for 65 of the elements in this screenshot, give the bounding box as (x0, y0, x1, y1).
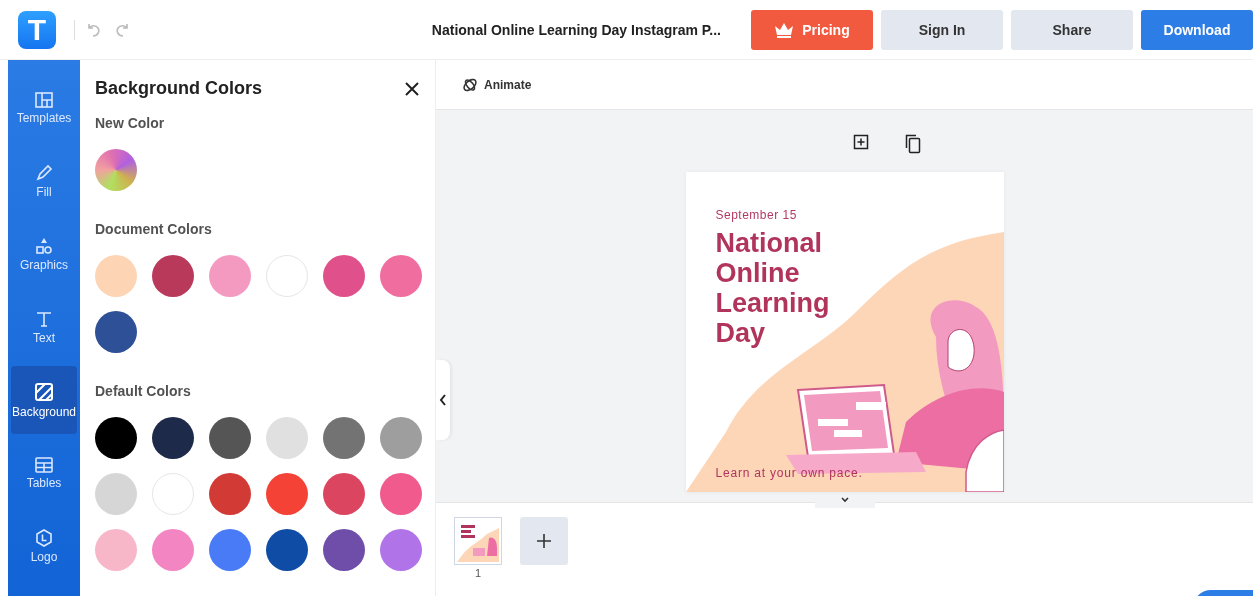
page-number: 1 (474, 567, 482, 579)
color-swatch[interactable] (266, 529, 308, 571)
section-heading: Document Colors (95, 221, 213, 237)
sidebar-item[interactable]: Logo (11, 512, 77, 580)
sidebar-item[interactable]: Fill (11, 147, 77, 215)
templates-icon (35, 91, 53, 108)
sidebar-item[interactable]: Tables (11, 439, 77, 507)
color-swatch[interactable] (323, 417, 365, 459)
headline-text: National Online Learning Day (715, 228, 830, 348)
download-button[interactable]: Download (1141, 9, 1253, 50)
color-swatch[interactable] (266, 255, 308, 297)
color-swatch[interactable] (380, 417, 422, 459)
toolbar-button[interactable]: Share (1011, 9, 1133, 50)
color-picker-swatch[interactable] (95, 149, 137, 191)
color-swatch[interactable] (266, 473, 308, 515)
color-swatch[interactable] (152, 417, 194, 459)
animate-icon (462, 76, 478, 93)
section-heading: New Color (95, 115, 166, 131)
color-swatch[interactable] (95, 417, 137, 459)
chevron-down-icon (839, 496, 850, 504)
color-swatch[interactable] (380, 255, 422, 297)
color-swatch[interactable] (152, 473, 194, 515)
app-logo[interactable]: T (18, 10, 56, 49)
section-heading: Default Colors (95, 383, 192, 399)
date-text: September 15 (715, 208, 797, 222)
color-swatch[interactable] (209, 417, 251, 459)
sidebar-item[interactable]: Graphics (11, 220, 77, 288)
pricing-button[interactable]: Pricing (751, 9, 873, 50)
chevron-left-icon (439, 394, 447, 406)
color-swatch[interactable] (95, 529, 137, 571)
color-swatch[interactable] (209, 473, 251, 515)
color-swatch[interactable] (95, 255, 137, 297)
animate-button[interactable]: Animate (462, 76, 532, 93)
tagline-text: Learn at your own pace. (715, 466, 863, 480)
sidebar-item[interactable]: Templates (11, 74, 77, 142)
plus-icon (536, 533, 552, 549)
close-icon[interactable] (404, 80, 420, 97)
collapse-panel-button[interactable] (436, 360, 450, 440)
background-icon (34, 381, 54, 402)
color-swatch[interactable] (380, 473, 422, 515)
expand-button[interactable] (814, 496, 875, 508)
color-swatch[interactable] (266, 417, 308, 459)
table-icon (35, 456, 53, 473)
color-swatch[interactable] (323, 473, 365, 515)
crown-icon (774, 21, 795, 38)
color-swatch[interactable] (323, 255, 365, 297)
text-icon (35, 309, 53, 328)
sidebar-item[interactable]: Background (11, 366, 77, 434)
document-title: National Online Learning Day Instagram P... (431, 21, 721, 38)
page-thumbnail[interactable] (454, 517, 502, 565)
color-swatch[interactable] (95, 473, 137, 515)
color-swatch[interactable] (152, 529, 194, 571)
shapes-icon (35, 236, 53, 255)
color-swatch[interactable] (209, 255, 251, 297)
color-swatch[interactable] (209, 529, 251, 571)
sidebar-item[interactable]: Text (11, 293, 77, 361)
add-page-button[interactable] (520, 517, 568, 565)
color-swatch[interactable] (380, 529, 422, 571)
panel-title: Background Colors (95, 78, 263, 99)
pencil-icon (35, 163, 53, 182)
toolbar-button[interactable]: Sign In (881, 9, 1003, 50)
color-swatch[interactable] (152, 255, 194, 297)
logo-icon (35, 528, 53, 547)
color-swatch[interactable] (323, 529, 365, 571)
color-swatch[interactable] (95, 311, 137, 353)
